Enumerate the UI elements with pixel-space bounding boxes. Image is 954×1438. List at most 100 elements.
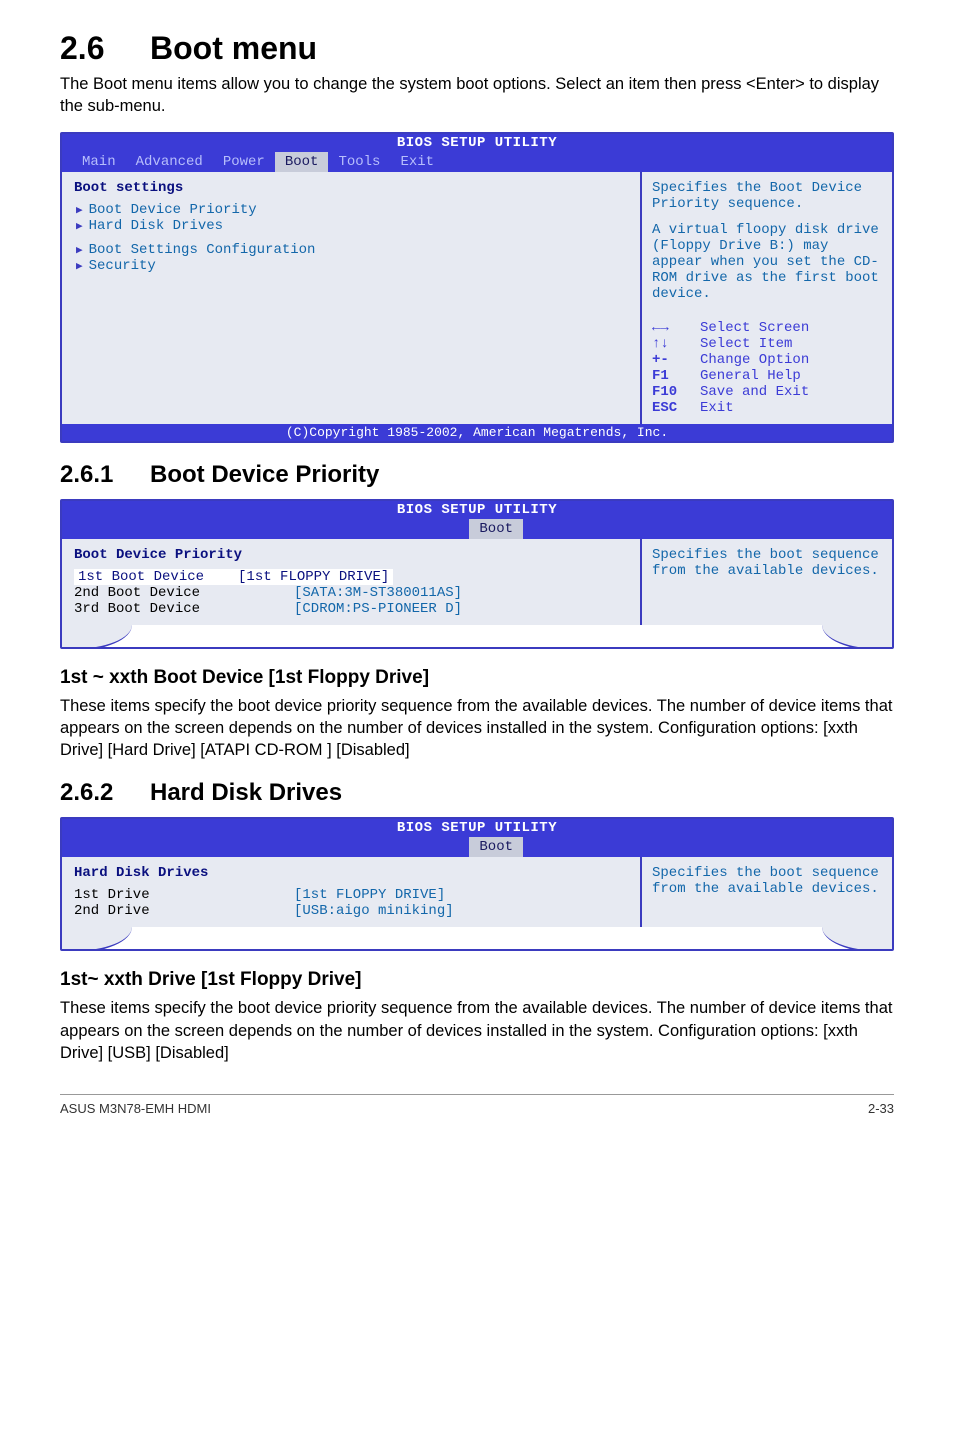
s262-title: Hard Disk Drives bbox=[150, 779, 342, 806]
help-text-1: Specifies the Boot Device Priority seque… bbox=[652, 180, 882, 212]
section-number: 2.6 bbox=[60, 30, 150, 67]
bdp-row-2[interactable]: 2nd Boot Device [SATA:3M-ST380011AS] bbox=[74, 585, 628, 601]
hdd-row-1-value: [1st FLOPPY DRIVE] bbox=[294, 887, 445, 903]
nav-key: F1 bbox=[652, 368, 700, 384]
hdd-row-2-value: [USB:aigo miniking] bbox=[294, 903, 454, 919]
nav-label: General Help bbox=[700, 368, 801, 384]
bdp-row-1-value: [1st FLOPPY DRIVE] bbox=[234, 569, 393, 585]
triangle-icon: ▶ bbox=[76, 219, 83, 233]
bios-hdd-right: Specifies the boot sequence from the ava… bbox=[642, 857, 892, 927]
item-boot-settings-config-label: Boot Settings Configuration bbox=[89, 242, 316, 258]
section-title-text: Boot menu bbox=[150, 30, 317, 66]
bdp-row-2-value: [SATA:3M-ST380011AS] bbox=[294, 585, 462, 601]
h-1st-xxth-boot: 1st ~ xxth Boot Device [1st Floppy Drive… bbox=[60, 667, 894, 689]
tab-tools[interactable]: Tools bbox=[328, 152, 390, 172]
nav-label: Select Item bbox=[700, 336, 792, 352]
p-1st-xxth-boot: These items specify the boot device prio… bbox=[60, 695, 894, 762]
bdp-row-3[interactable]: 3rd Boot Device [CDROM:PS-PIONEER D] bbox=[74, 601, 628, 617]
bdp-row-1-label: 1st Boot Device bbox=[74, 569, 234, 585]
nav-general-help: F1General Help bbox=[652, 368, 882, 384]
tab-power[interactable]: Power bbox=[213, 152, 275, 172]
item-security[interactable]: ▶ Security bbox=[74, 258, 628, 274]
page-footer: ASUS M3N78-EMH HDMI 2-33 bbox=[60, 1094, 894, 1116]
tab-boot[interactable]: Boot bbox=[275, 152, 329, 172]
bios-hdd-window: BIOS SETUP UTILITY Main Adv Pwr Boot Too… bbox=[60, 817, 894, 951]
nav-help-block: ←→Select Screen ↑↓Select Item +-Change O… bbox=[652, 320, 882, 416]
fade-curve bbox=[62, 625, 892, 647]
item-boot-device-priority[interactable]: ▶Boot Device Priority bbox=[74, 202, 628, 218]
bios-main-right: Specifies the Boot Device Priority seque… bbox=[642, 172, 892, 424]
bdp-row-2-label: 2nd Boot Device bbox=[74, 585, 294, 601]
nav-key: F10 bbox=[652, 384, 700, 400]
bios-hdd-left: Hard Disk Drives 1st Drive [1st FLOPPY D… bbox=[62, 857, 642, 927]
s261-title: Boot Device Priority bbox=[150, 461, 379, 488]
bdp-row-3-value: [CDROM:PS-PIONEER D] bbox=[294, 601, 462, 617]
hdd-row-1[interactable]: 1st Drive [1st FLOPPY DRIVE] bbox=[74, 887, 628, 903]
bios-main-window: BIOS SETUP UTILITY Main Advanced Power B… bbox=[60, 132, 894, 443]
bios-bdp-tabs: Main Adv Pwr Boot Tools Exit bbox=[62, 519, 892, 539]
nav-key: ↑↓ bbox=[652, 336, 700, 352]
bios-main-tabs: Main Advanced Power Boot Tools Exit bbox=[62, 152, 892, 172]
bios-bdp-left: Boot Device Priority 1st Boot Device [1s… bbox=[62, 539, 642, 625]
bdp-help: Specifies the boot sequence from the ava… bbox=[652, 547, 882, 579]
nav-label: Exit bbox=[700, 400, 734, 416]
nav-select-item: ↑↓Select Item bbox=[652, 336, 882, 352]
nav-key: +- bbox=[652, 352, 700, 368]
curve-left bbox=[60, 925, 132, 951]
fade-curve bbox=[62, 927, 892, 949]
spacer bbox=[74, 274, 628, 414]
s261-heading: 2.6.1Boot Device Priority bbox=[60, 461, 894, 489]
bios-copyright: (C)Copyright 1985-2002, American Megatre… bbox=[62, 424, 892, 441]
triangle-icon: ▶ bbox=[76, 259, 83, 273]
s262-heading: 2.6.2Hard Disk Drives bbox=[60, 779, 894, 807]
hdd-row-1-label: 1st Drive bbox=[74, 887, 294, 903]
bios-main-body: Boot settings ▶Boot Device Priority ▶Har… bbox=[62, 172, 892, 424]
bios-main-title: BIOS SETUP UTILITY bbox=[62, 134, 892, 152]
nav-change-option: +-Change Option bbox=[652, 352, 882, 368]
triangle-icon: ▶ bbox=[76, 243, 83, 257]
curve-right bbox=[822, 623, 894, 649]
tab-boot[interactable]: Boot bbox=[469, 837, 523, 857]
nav-label: Select Screen bbox=[700, 320, 809, 336]
intro-paragraph: The Boot menu items allow you to change … bbox=[60, 73, 894, 118]
tab-main[interactable]: Main bbox=[72, 152, 126, 172]
curve-right bbox=[822, 925, 894, 951]
boot-settings-heading: Boot settings bbox=[74, 180, 628, 196]
p-hdd-xxth-drive: These items specify the boot device prio… bbox=[60, 997, 894, 1064]
item-boot-settings-config[interactable]: ▶ Boot Settings Configuration bbox=[74, 242, 628, 258]
bios-bdp-title: BIOS SETUP UTILITY bbox=[62, 501, 892, 519]
hdd-row-2-label: 2nd Drive bbox=[74, 903, 294, 919]
tab-exit[interactable]: Exit bbox=[390, 152, 444, 172]
bios-bdp-body: Boot Device Priority 1st Boot Device [1s… bbox=[62, 539, 892, 625]
footer-left: ASUS M3N78-EMH HDMI bbox=[60, 1101, 211, 1116]
triangle-icon: ▶ bbox=[76, 203, 83, 217]
section-title: 2.6Boot menu bbox=[60, 30, 894, 67]
hdd-row-2[interactable]: 2nd Drive [USB:aigo miniking] bbox=[74, 903, 628, 919]
h-hdd-xxth-drive: 1st~ xxth Drive [1st Floppy Drive] bbox=[60, 969, 894, 991]
item-security-label: Security bbox=[89, 258, 156, 274]
help-text-2: A virtual floopy disk drive (Floppy Driv… bbox=[652, 222, 882, 302]
curve-left bbox=[60, 623, 132, 649]
page-container: 2.6Boot menu The Boot menu items allow y… bbox=[0, 0, 954, 1136]
nav-label: Save and Exit bbox=[700, 384, 809, 400]
hdd-help: Specifies the boot sequence from the ava… bbox=[652, 865, 882, 897]
bios-hdd-title: BIOS SETUP UTILITY bbox=[62, 819, 892, 837]
tab-boot[interactable]: Boot bbox=[469, 519, 523, 539]
bios-hdd-body: Hard Disk Drives 1st Drive [1st FLOPPY D… bbox=[62, 857, 892, 927]
bdp-heading: Boot Device Priority bbox=[74, 547, 628, 563]
bios-hdd-tabs: Main Adv Pwr Boot Tools Exit bbox=[62, 837, 892, 857]
tab-advanced[interactable]: Advanced bbox=[126, 152, 213, 172]
spacer bbox=[74, 234, 628, 242]
s261-number: 2.6.1 bbox=[60, 461, 150, 489]
footer-right: 2-33 bbox=[868, 1101, 894, 1116]
nav-key: ←→ bbox=[652, 320, 700, 336]
nav-select-screen: ←→Select Screen bbox=[652, 320, 882, 336]
s262-number: 2.6.2 bbox=[60, 779, 150, 807]
bdp-row-1[interactable]: 1st Boot Device [1st FLOPPY DRIVE] bbox=[74, 569, 628, 585]
spacer bbox=[652, 212, 882, 222]
nav-label: Change Option bbox=[700, 352, 809, 368]
bios-bdp-window: BIOS SETUP UTILITY Main Adv Pwr Boot Too… bbox=[60, 499, 894, 649]
nav-save-exit: F10Save and Exit bbox=[652, 384, 882, 400]
item-hard-disk-drives[interactable]: ▶Hard Disk Drives bbox=[74, 218, 628, 234]
bios-bdp-right: Specifies the boot sequence from the ava… bbox=[642, 539, 892, 625]
